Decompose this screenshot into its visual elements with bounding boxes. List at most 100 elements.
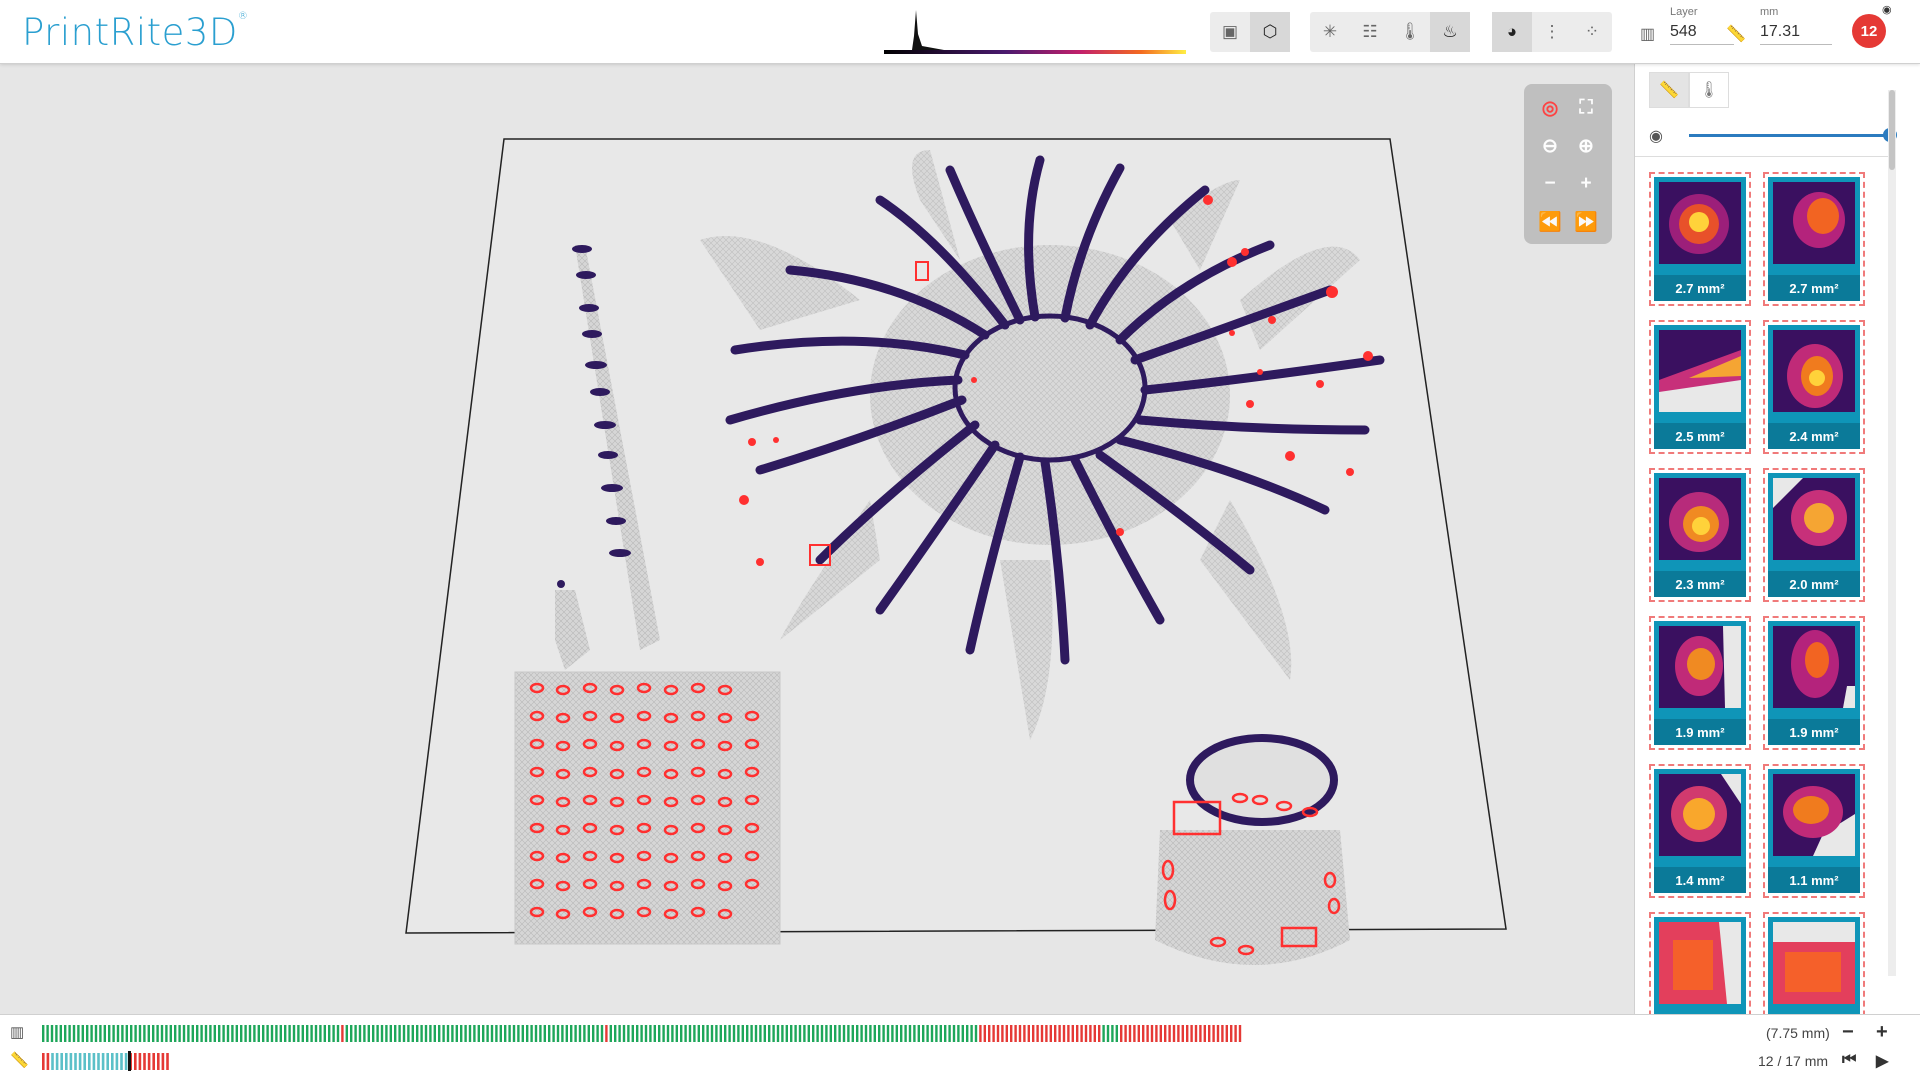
image-icon[interactable]: ▣: [1210, 12, 1250, 52]
defect-thumbnail[interactable]: [1649, 912, 1751, 1014]
layer-tick: [328, 1025, 331, 1042]
minus-icon[interactable]: −: [1532, 166, 1568, 202]
rewind-icon[interactable]: ⏪: [1532, 204, 1568, 240]
height-tick: [69, 1053, 73, 1070]
layer-tick: [988, 1025, 991, 1042]
layer-tick: [292, 1025, 296, 1042]
height-tick: [83, 1053, 86, 1070]
layer-tick: [253, 1025, 256, 1042]
layer-tick: [891, 1025, 894, 1042]
defect-thumbnail[interactable]: 1.9 mm²: [1763, 616, 1865, 750]
palette-icon[interactable]: ◕: [1492, 12, 1532, 52]
layer-tick: [548, 1025, 551, 1042]
layer-tick: [130, 1025, 133, 1042]
layer-tick: [763, 1025, 766, 1042]
mm-input[interactable]: 17.31: [1760, 23, 1832, 45]
panel-scrollbar[interactable]: [1888, 90, 1896, 976]
defect-thumbnail[interactable]: 1.9 mm²: [1649, 616, 1751, 750]
height-timeline[interactable]: [42, 1051, 242, 1071]
target-icon[interactable]: ◎: [1532, 90, 1568, 126]
skip-back-icon[interactable]: ⏮: [1842, 1051, 1856, 1069]
plus-button[interactable]: +: [1876, 1021, 1888, 1044]
play-icon[interactable]: ▶: [1876, 1051, 1888, 1071]
layer-tick: [794, 1025, 797, 1042]
layer-tick: [191, 1025, 194, 1042]
layer-tick: [1005, 1025, 1008, 1042]
layer-tick: [966, 1025, 969, 1042]
layer-input[interactable]: 548: [1670, 23, 1734, 45]
layer-tick: [556, 1025, 560, 1042]
notification-badge[interactable]: 12: [1852, 14, 1886, 48]
layer-tick: [451, 1025, 454, 1042]
crosshair-icon[interactable]: ✳: [1310, 12, 1350, 52]
layer-tick: [900, 1025, 903, 1042]
layer-tick: [1190, 1025, 1193, 1042]
height-tick: [124, 1053, 128, 1070]
layer-tick: [187, 1025, 190, 1042]
opacity-slider[interactable]: [1689, 134, 1889, 137]
layer-tick: [284, 1025, 287, 1042]
scatter-icon[interactable]: ⁘: [1572, 12, 1612, 52]
tab-ruler[interactable]: 📏: [1649, 72, 1689, 108]
cube-icon[interactable]: ⬡: [1250, 12, 1290, 52]
layer-tick: [257, 1025, 260, 1042]
thermometer-icon[interactable]: 🌡: [1390, 12, 1430, 52]
layer-tick: [121, 1025, 124, 1042]
layer-tick: [402, 1025, 406, 1042]
fast-forward-icon[interactable]: ⏩: [1568, 204, 1604, 240]
layer-tick: [724, 1025, 727, 1042]
plus-icon[interactable]: +: [1568, 166, 1604, 202]
zoom-out-icon[interactable]: ⊖: [1532, 128, 1568, 164]
3d-viewport[interactable]: [0, 64, 1634, 1014]
layer-tick: [200, 1025, 203, 1042]
minus-button[interactable]: −: [1842, 1021, 1854, 1044]
layer-tick: [974, 1025, 978, 1042]
layer-tick: [970, 1025, 973, 1042]
zoom-in-icon[interactable]: ⊕: [1568, 128, 1604, 164]
defect-thumbnail[interactable]: 1.1 mm²: [1763, 764, 1865, 898]
layer-tick: [605, 1025, 608, 1042]
defect-thumbnail[interactable]: 2.5 mm²: [1649, 320, 1751, 454]
defect-thumbnail[interactable]: 2.7 mm²: [1763, 172, 1865, 306]
defect-thumbnail-list: 2.7 mm² 2.7 mm² 2.5 mm² 2.4 mm² 2.3 mm² …: [1649, 172, 1889, 1014]
grid-icon[interactable]: ☷: [1350, 12, 1390, 52]
layer-tick: [741, 1025, 744, 1042]
layer-tick: [1164, 1025, 1167, 1042]
defect-thumbnail[interactable]: 1.4 mm²: [1649, 764, 1751, 898]
eye-icon[interactable]: ◉: [1649, 126, 1663, 146]
defect-thumbnail[interactable]: 2.7 mm²: [1649, 172, 1751, 306]
layer-tick: [1036, 1025, 1039, 1042]
defect-thumbnail[interactable]: 2.4 mm²: [1763, 320, 1865, 454]
layer-tick: [895, 1025, 898, 1042]
height-cursor[interactable]: [128, 1051, 131, 1071]
heat-sensor-icon[interactable]: ♨: [1430, 12, 1470, 52]
vertical-dots-icon[interactable]: ⋮: [1532, 12, 1572, 52]
layer-tick: [1146, 1025, 1149, 1042]
layer-tick: [59, 1025, 62, 1042]
layer-tick: [1230, 1025, 1233, 1042]
header: PrintRite3D® ▣ ⬡ ✳ ☷ 🌡 ♨ ◕ ⋮ ⁘ ▥ Layer 5…: [0, 0, 1920, 64]
layer-tick: [534, 1025, 538, 1042]
tab-thermometer[interactable]: 🌡: [1689, 72, 1729, 108]
layer-tick: [424, 1025, 428, 1042]
layer-tick: [614, 1025, 617, 1042]
defect-thumbnail[interactable]: [1763, 912, 1865, 1014]
layer-timeline[interactable]: [42, 1023, 1242, 1043]
layer-tick: [420, 1025, 423, 1042]
defect-thumbnail[interactable]: 2.3 mm²: [1649, 468, 1751, 602]
layer-tick: [851, 1025, 854, 1042]
layer-tick: [759, 1025, 762, 1042]
fullscreen-icon[interactable]: ⛶: [1568, 90, 1604, 126]
lattice-part[interactable]: [514, 671, 781, 945]
view-mode-group: ▣ ⬡: [1210, 12, 1290, 52]
pin-icon[interactable]: ◉: [1882, 3, 1892, 16]
layer-tick: [1142, 1025, 1145, 1042]
layer-tick: [433, 1025, 436, 1042]
layer-tick: [1199, 1025, 1202, 1042]
build-plate-scene: [405, 138, 1507, 965]
layer-tick: [561, 1025, 564, 1042]
panel-scrollbar-thumb[interactable]: [1889, 90, 1895, 170]
layer-tick: [864, 1025, 868, 1042]
layer-tick: [508, 1025, 511, 1042]
defect-thumbnail[interactable]: 2.0 mm²: [1763, 468, 1865, 602]
